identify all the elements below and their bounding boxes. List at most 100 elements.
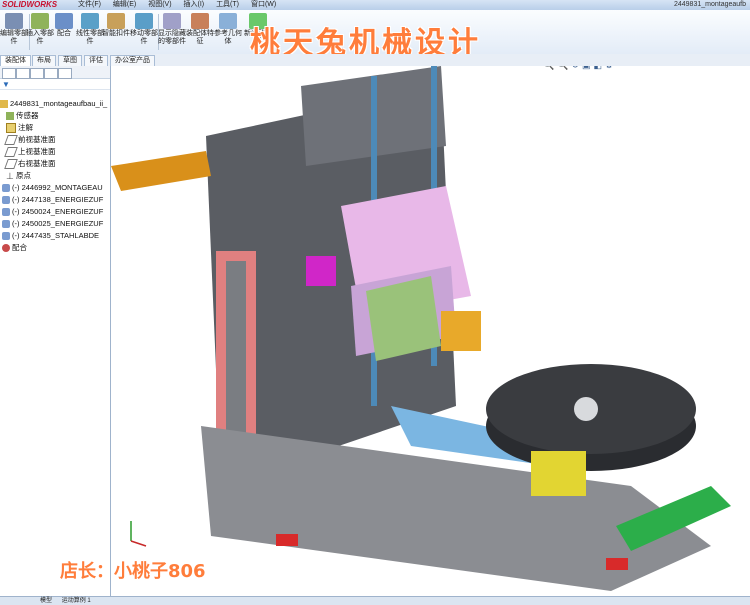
tree-item-label: 传感器 — [16, 111, 39, 120]
tab-layout[interactable]: 布局 — [32, 55, 56, 66]
model-tab[interactable]: 模型 — [40, 598, 52, 604]
mate-button[interactable]: 配合 — [50, 13, 78, 53]
table-center — [574, 397, 598, 421]
plane-icon — [4, 135, 18, 145]
magenta-block — [306, 256, 336, 286]
foot — [276, 534, 298, 546]
shop-owner-watermark: 店长：小桃子806 — [60, 561, 206, 582]
edit-component-button[interactable]: 编辑零部件 — [0, 13, 28, 53]
cmd-label: 配合 — [57, 30, 71, 37]
component-icon — [2, 184, 10, 193]
component-icon — [2, 220, 10, 229]
machine-model — [111, 66, 731, 591]
foot — [606, 558, 628, 570]
menu-tools[interactable]: 工具(T) — [216, 1, 239, 8]
tree-filter[interactable]: ▼ — [0, 79, 110, 90]
tree-item-component[interactable]: (-) 2447138_ENERGIEZUF — [0, 194, 112, 205]
tree-item-label: 右视基准面 — [18, 159, 56, 168]
tree-item-label: 原点 — [16, 171, 31, 180]
menu-bar: 文件(F) 编辑(E) 视图(V) 插入(I) 工具(T) 窗口(W) — [78, 0, 286, 10]
cable-carrier-inner — [226, 261, 246, 441]
edit-component-icon — [5, 13, 23, 29]
cmd-label: 移动零部件 — [130, 30, 158, 45]
origin-icon: ⊥ — [6, 171, 14, 181]
tree-item-label: 上视基准面 — [18, 147, 56, 156]
dim-expert-tab[interactable] — [44, 68, 58, 79]
tree-item-sensors[interactable]: 传感器 — [0, 110, 116, 121]
cmd-label: 智能扣件 — [102, 30, 130, 37]
plane-icon — [4, 147, 18, 157]
yellow-block — [531, 451, 586, 496]
solidworks-logo: SOLIDWORKS — [2, 0, 58, 9]
config-tab[interactable] — [30, 68, 44, 79]
filter-icon: ▼ — [2, 80, 10, 89]
cmd-label: 编辑零部件 — [0, 30, 28, 45]
feature-manager-panel: ▼ 2449831_montageaufbau_ii_ 传感器 注解 前视基准面… — [0, 66, 111, 596]
tree-item-front-plane[interactable]: 前视基准面 — [0, 134, 116, 145]
plane-icon — [4, 159, 18, 169]
mate-icon — [55, 13, 73, 29]
assembly-icon — [0, 100, 8, 109]
linear-pattern-button[interactable]: 线性零部件 — [76, 13, 104, 53]
tree-item-annotations[interactable]: 注解 — [0, 122, 116, 133]
tree-item-label: 配合 — [12, 243, 27, 252]
graphics-viewport[interactable]: 🔍🔍↻▣◧⚙ — [111, 66, 750, 596]
tree-item-component[interactable]: (-) 2450025_ENERGIEZUF — [0, 218, 112, 229]
menu-window[interactable]: 窗口(W) — [251, 1, 276, 8]
cmd-label: 参考几何体 — [214, 30, 242, 45]
feature-tree-tab[interactable] — [2, 68, 16, 79]
property-tab[interactable] — [16, 68, 30, 79]
tree-item-top-plane[interactable]: 上视基准面 — [0, 146, 116, 157]
motion-study-tab[interactable]: 运动算例 1 — [62, 598, 91, 604]
tree-item-label: 前视基准面 — [18, 135, 56, 144]
linear-pattern-icon — [81, 13, 99, 29]
reference-geometry-button[interactable]: 参考几何体 — [214, 13, 242, 53]
display-tab[interactable] — [58, 68, 72, 79]
cmd-label: 装配体特征 — [186, 30, 214, 45]
reference-geometry-icon — [219, 13, 237, 29]
menu-view[interactable]: 视图(V) — [148, 1, 171, 8]
tab-office-products[interactable]: 办公室产品 — [110, 55, 155, 66]
tree-item-mates[interactable]: 配合 — [0, 242, 112, 253]
tree-item-label: 注解 — [18, 123, 33, 132]
tree-root-label: 2449831_montageaufbau_ii_ — [10, 99, 108, 108]
assembly-features-icon — [191, 13, 209, 29]
tree-item-component[interactable]: (-) 2450024_ENERGIEZUF — [0, 206, 112, 217]
tree-item-component[interactable]: (-) 2446992_MONTAGEAU — [0, 182, 112, 193]
tab-assembly[interactable]: 装配体 — [0, 55, 31, 66]
component-icon — [2, 196, 10, 205]
show-hidden-icon — [163, 13, 181, 29]
tab-evaluate[interactable]: 评估 — [84, 55, 108, 66]
panel-tabs — [0, 66, 110, 79]
smart-fasteners-button[interactable]: 智能扣件 — [102, 13, 130, 53]
sensor-icon — [6, 112, 14, 121]
tree-item-label: (-) 2447138_ENERGIEZUF — [12, 195, 104, 204]
orange-bracket — [111, 151, 211, 191]
tree-item-label: (-) 2447435_STAHLABDE — [12, 231, 99, 240]
component-icon — [2, 208, 10, 217]
tree-item-label: (-) 2450024_ENERGIEZUF — [12, 207, 104, 216]
spindle-housing — [366, 276, 441, 361]
show-hidden-components-button[interactable]: 显示隐藏的零部件 — [158, 13, 186, 53]
smart-fasteners-icon — [107, 13, 125, 29]
tree-item-right-plane[interactable]: 右视基准面 — [0, 158, 116, 169]
heads-up-view-toolbar[interactable]: 🔍🔍↻▣◧⚙ — [543, 66, 616, 72]
move-component-icon — [135, 13, 153, 29]
insert-component-icon — [31, 13, 49, 29]
assembly-features-button[interactable]: 装配体特征 — [186, 13, 214, 53]
menu-insert[interactable]: 插入(I) — [184, 1, 205, 8]
annotation-icon — [6, 123, 16, 133]
tab-sketch[interactable]: 草图 — [58, 55, 82, 66]
tree-root[interactable]: 2449831_montageaufbau_ii_ — [0, 98, 110, 109]
triad-x — [130, 540, 147, 547]
menu-edit[interactable]: 编辑(E) — [113, 1, 136, 8]
menu-file[interactable]: 文件(F) — [78, 1, 101, 8]
mates-icon — [2, 244, 10, 253]
component-icon — [2, 232, 10, 241]
tree-item-label: (-) 2450025_ENERGIEZUF — [12, 219, 104, 228]
cmd-label: 线性零部件 — [76, 30, 104, 45]
cmd-label: 显示隐藏的零部件 — [158, 30, 186, 45]
move-component-button[interactable]: 移动零部件 — [130, 13, 158, 53]
tree-item-origin[interactable]: ⊥ 原点 — [0, 170, 116, 181]
tree-item-component[interactable]: (-) 2447435_STAHLABDE — [0, 230, 112, 241]
